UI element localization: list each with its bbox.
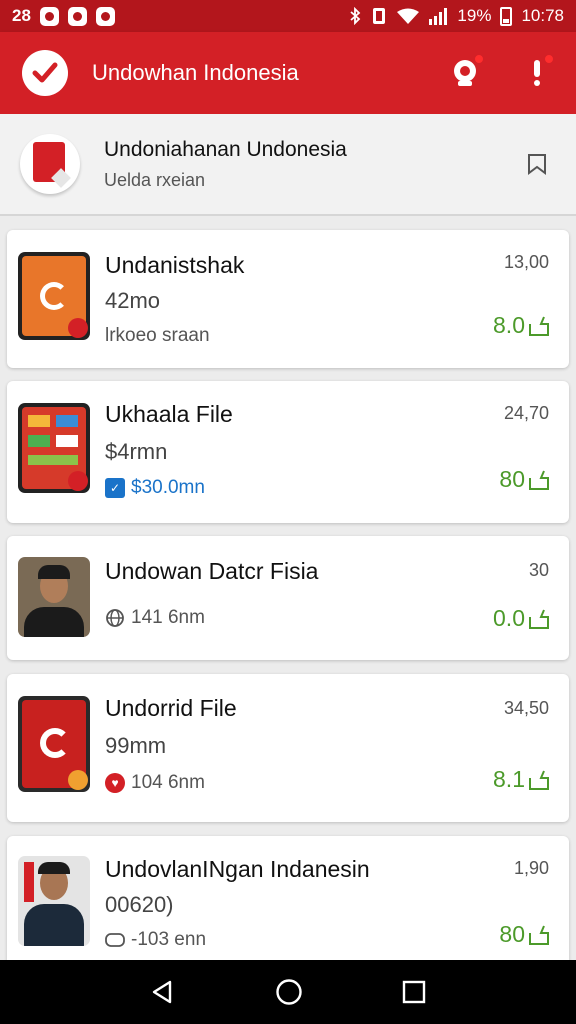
list-item[interactable]: Ukhaala File $4rmn ✓ $30.0mn 24,70 80 bbox=[7, 381, 569, 523]
item-title: Undanistshak bbox=[105, 252, 245, 278]
notification-dot bbox=[474, 54, 484, 64]
check-badge-icon: ✓ bbox=[105, 478, 125, 498]
item-number: 30 bbox=[528, 560, 549, 580]
notification-icon bbox=[39, 6, 59, 26]
bluetooth-icon bbox=[350, 7, 361, 25]
signal-icon bbox=[429, 8, 448, 25]
notification-icon bbox=[95, 6, 115, 26]
wifi-icon bbox=[397, 8, 420, 24]
thumb-up-icon bbox=[529, 770, 549, 790]
heart-badge-icon: ♥ bbox=[105, 773, 125, 793]
vibrate-icon bbox=[373, 8, 386, 24]
status-left-text: 28 bbox=[12, 6, 31, 25]
item-thumbnail bbox=[18, 696, 90, 792]
channel-title: Undoniahanan Undonesia bbox=[104, 137, 347, 161]
item-score[interactable]: 8.0 bbox=[493, 312, 550, 339]
item-thumbnail bbox=[18, 403, 90, 493]
list-item[interactable]: Undanistshak 42mo lrkoeo sraan 13,00 8.0 bbox=[7, 230, 569, 368]
list-item[interactable]: UndovlanINgan Indanesin 00620) -103 enn … bbox=[7, 836, 569, 976]
item-meta-text: -103 enn bbox=[131, 929, 207, 950]
battery-percent: 19% bbox=[457, 6, 492, 25]
globe-icon bbox=[106, 609, 124, 627]
item-meta: ♥ 104 6nm bbox=[105, 772, 205, 794]
notification-dot bbox=[544, 54, 554, 64]
notification-icon bbox=[67, 6, 87, 26]
item-number: 24,70 bbox=[503, 403, 549, 423]
item-thumbnail bbox=[18, 252, 90, 340]
clock: 10:78 bbox=[521, 6, 564, 25]
navigation-bar bbox=[0, 960, 576, 1024]
thumb-up-icon bbox=[529, 609, 549, 629]
item-number: 13,00 bbox=[503, 252, 549, 272]
item-title: UndovlanINgan Indanesin bbox=[105, 856, 370, 882]
list-item[interactable]: Undorrid File 99mm ♥ 104 6nm 34,50 8.1 bbox=[7, 674, 569, 822]
item-subtitle: 42mo bbox=[105, 288, 161, 313]
document-logo-icon bbox=[20, 134, 80, 194]
item-meta: lrkoeo sraan bbox=[105, 325, 210, 347]
item-meta-text: lrkoeo sraan bbox=[105, 325, 210, 346]
item-score[interactable]: 80 bbox=[499, 466, 550, 493]
item-number: 1,90 bbox=[513, 858, 549, 878]
item-thumbnail bbox=[18, 557, 90, 637]
item-title: Undorrid File bbox=[105, 695, 237, 721]
alert-button[interactable] bbox=[520, 54, 554, 90]
channel-subtitle: Uelda rxeian bbox=[104, 169, 206, 190]
list-item[interactable]: Undowan Datcr Fisia 141 6nm 30 0.0 bbox=[7, 536, 569, 660]
bookmark-button[interactable] bbox=[524, 151, 550, 177]
item-score-value: 80 bbox=[499, 921, 525, 947]
status-bar: 28 19% 10:78 bbox=[0, 0, 576, 32]
tag-icon bbox=[105, 933, 125, 947]
item-score-value: 0.0 bbox=[493, 605, 525, 631]
checkmark-logo-icon[interactable] bbox=[22, 50, 68, 96]
bookmark-icon bbox=[528, 154, 546, 175]
item-subtitle: $4rmn bbox=[105, 439, 168, 464]
thumb-up-icon bbox=[529, 925, 549, 945]
item-score-value: 8.0 bbox=[493, 312, 525, 338]
home-icon[interactable] bbox=[275, 978, 303, 1006]
item-score-value: 80 bbox=[499, 466, 525, 492]
item-meta-text: $30.0mn bbox=[131, 477, 205, 498]
item-subtitle: 00620) bbox=[105, 892, 174, 917]
app-bar: Undowhan Indonesia bbox=[0, 32, 576, 114]
item-meta-text: 104 6nm bbox=[131, 772, 205, 793]
item-score-value: 8.1 bbox=[493, 766, 525, 792]
item-number: 34,50 bbox=[503, 698, 549, 718]
item-meta-text: 141 6nm bbox=[131, 607, 205, 628]
thumb-up-icon bbox=[529, 470, 549, 490]
item-score[interactable]: 8.1 bbox=[493, 766, 550, 793]
recents-icon[interactable] bbox=[402, 980, 426, 1004]
item-meta: ✓ $30.0mn bbox=[105, 477, 205, 499]
app-title: Undowhan Indonesia bbox=[92, 60, 299, 85]
battery-icon bbox=[500, 6, 513, 26]
alert-icon bbox=[534, 60, 540, 86]
item-meta: 141 6nm bbox=[105, 607, 205, 629]
item-meta: -103 enn bbox=[105, 929, 206, 951]
item-score[interactable]: 0.0 bbox=[493, 605, 550, 632]
item-title: Undowan Datcr Fisia bbox=[105, 558, 319, 584]
item-title: Ukhaala File bbox=[105, 401, 233, 427]
item-score[interactable]: 80 bbox=[499, 921, 550, 948]
item-subtitle: 99mm bbox=[105, 733, 167, 758]
channel-header[interactable]: Undoniahanan Undonesia Uelda rxeian bbox=[0, 114, 576, 216]
thumb-up-icon bbox=[529, 316, 549, 336]
camera-button[interactable] bbox=[448, 54, 484, 90]
back-icon[interactable] bbox=[150, 979, 176, 1005]
item-thumbnail bbox=[18, 856, 90, 946]
